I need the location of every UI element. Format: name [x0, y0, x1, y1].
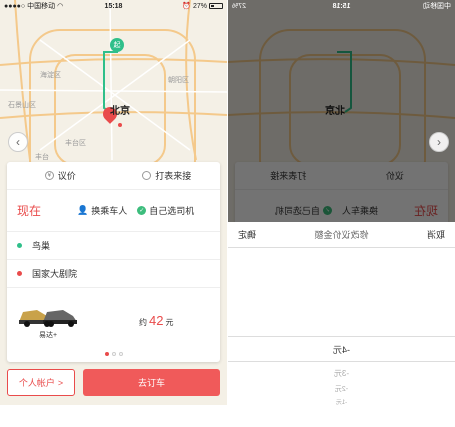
car-option[interactable]: 易达+ 约 42 元: [7, 288, 220, 344]
sheet-header: 取消 修改议价金额 确定: [228, 222, 455, 248]
change-rider-button[interactable]: 👤 换乘车人: [77, 204, 127, 217]
carrier-label: 中国移动: [27, 3, 56, 10]
battery-icon: [209, 3, 223, 9]
price-picker-screen: 北京 中国移动 15:18 27% 议价 打表来接 现在 换乘车人 ✓自己选司机…: [228, 0, 455, 405]
status-bar: 中国移动 15:18 27%: [232, 2, 451, 11]
status-bar: ●●●●○ 中国移动 ◠ 15:18 ⏰ 27%: [0, 0, 227, 12]
chevron-right-icon: >: [57, 377, 64, 388]
mirrored-view: 北京 中国移动 15:18 27% 议价 打表来接 现在 换乘车人 ✓自己选司机…: [228, 0, 455, 405]
mode-tabs: ¥ 议价 打表来接: [7, 162, 220, 190]
picker-selected[interactable]: -4元: [228, 336, 455, 362]
picker-option[interactable]: -2元: [228, 384, 455, 394]
amount-picker[interactable]: -4元 -3元 -2元 -1元: [228, 248, 455, 405]
car-name: 易达+: [38, 332, 58, 339]
end-dot-icon: [17, 271, 22, 276]
wifi-icon: ◠: [57, 3, 64, 10]
price-value: 42: [149, 312, 164, 328]
chevron-right-icon[interactable]: ›: [429, 132, 449, 152]
choose-driver-toggle[interactable]: ✓ 自己选司机: [137, 204, 194, 217]
district-label: 石景山区: [8, 102, 36, 109]
start-marker: 起: [110, 38, 124, 52]
picker-option[interactable]: -3元: [228, 368, 455, 379]
price-sheet: 取消 修改议价金额 确定 -4元 -3元 -2元 -1元: [228, 222, 455, 405]
ride-card: ¥ 议价 打表来接 现在 👤 换乘车人 ✓ 自己选司机 鸟巢 国家大剧院 易达+…: [7, 162, 220, 362]
options-row: 现在 👤 换乘车人 ✓ 自己选司机: [7, 190, 220, 232]
price: 约 42 元: [139, 312, 174, 328]
check-icon: ✓: [137, 206, 147, 215]
ride-screen: 起 北京 海淀区 朝阳区 石景山区 丰台区 丰台 ●●●●○ 中国移动 ◠ 15:1…: [0, 0, 227, 405]
signal-icon: ●●●●○: [4, 2, 26, 10]
bottom-bar: 个人帐户 > 去订车: [7, 369, 220, 396]
car-image: [17, 300, 79, 328]
picker-option[interactable]: -1元: [228, 397, 455, 405]
page-indicator: [7, 352, 220, 356]
user-icon: 👤: [77, 205, 89, 215]
sheet-title: 修改议价金额: [314, 230, 369, 240]
status-time: 15:18: [104, 2, 123, 10]
district-label: 朝阳区: [168, 77, 189, 84]
confirm-button[interactable]: 确定: [238, 228, 256, 241]
tab-meter[interactable]: 打表来接: [114, 169, 221, 182]
alarm-icon: ⏰: [182, 3, 191, 10]
cancel-button[interactable]: 取消: [427, 228, 445, 241]
time-select[interactable]: 现在: [17, 202, 77, 219]
account-button[interactable]: 个人帐户 >: [7, 369, 75, 396]
tab-bargain[interactable]: ¥ 议价: [7, 169, 114, 182]
pickup-field[interactable]: 鸟巢: [7, 232, 220, 260]
battery-percent: 27%: [192, 2, 207, 10]
destination-field[interactable]: 国家大剧院: [7, 260, 220, 288]
chevron-left-icon[interactable]: ‹: [8, 132, 28, 152]
start-dot-icon: [17, 243, 22, 248]
district-label: 丰台区: [65, 140, 86, 147]
city-label: 北京: [110, 106, 130, 117]
overlay[interactable]: [228, 0, 455, 222]
district-label: 海淀区: [40, 72, 61, 79]
radio-icon: [142, 171, 152, 180]
order-button[interactable]: 去订车: [83, 369, 220, 396]
district-label: 丰台: [35, 154, 49, 161]
yen-icon: ¥: [44, 171, 54, 180]
